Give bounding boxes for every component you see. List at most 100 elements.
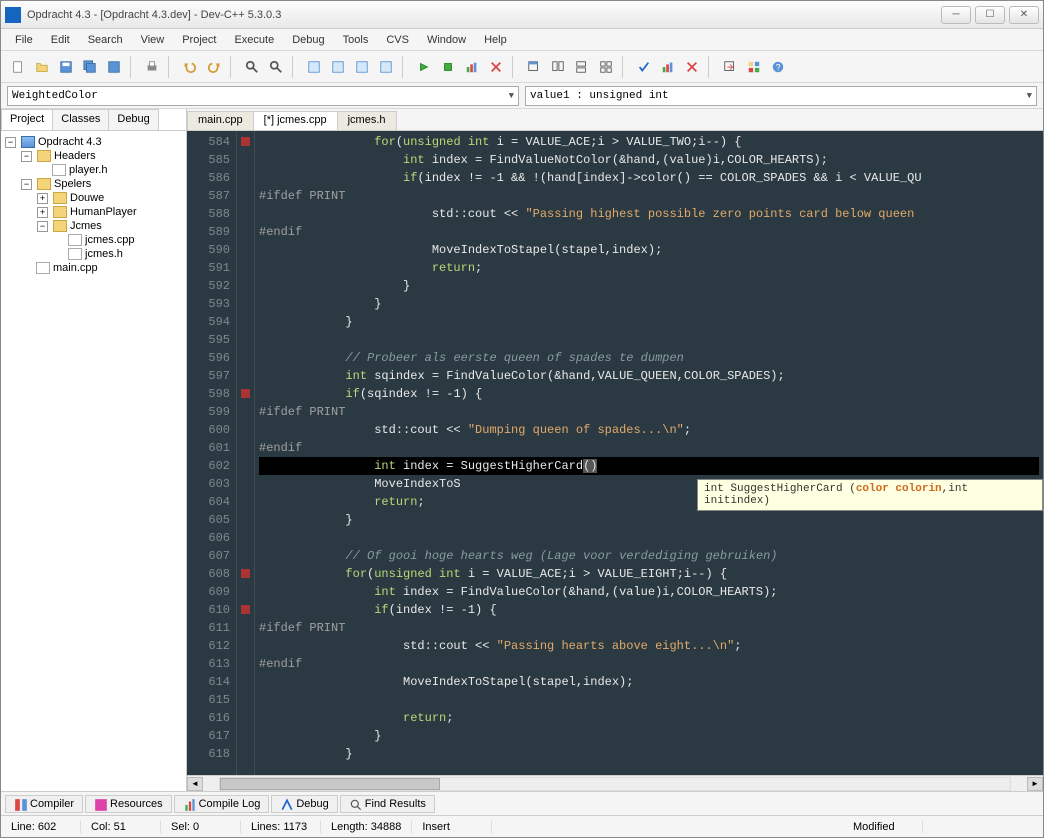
check-icon[interactable] — [633, 56, 655, 78]
tree-label: Headers — [54, 150, 96, 162]
horizontal-scrollbar[interactable]: ◄ ► — [187, 775, 1043, 791]
resources-icon — [94, 798, 106, 810]
menu-file[interactable]: File — [7, 31, 41, 49]
compile-icon[interactable] — [303, 56, 325, 78]
file-icon — [36, 262, 50, 274]
find-results-icon — [349, 798, 361, 810]
scroll-right-icon[interactable]: ► — [1027, 777, 1043, 791]
folder-icon — [37, 178, 51, 190]
folder-icon — [53, 220, 67, 232]
delete-profile-icon[interactable] — [485, 56, 507, 78]
menu-project[interactable]: Project — [174, 31, 224, 49]
tab-label: Compiler — [30, 798, 74, 810]
goto-icon[interactable] — [719, 56, 741, 78]
sidebar-tab-classes[interactable]: Classes — [52, 109, 109, 130]
tree-collapse-icon[interactable]: − — [5, 137, 16, 148]
editor-tab-main[interactable]: main.cpp — [187, 111, 254, 130]
combo-row: WeightedColor▼ value1 : unsigned int▼ — [1, 83, 1043, 109]
minimize-button[interactable]: ─ — [941, 6, 971, 24]
tile-vert-icon[interactable] — [571, 56, 593, 78]
app-icon — [5, 7, 21, 23]
replace-icon[interactable] — [265, 56, 287, 78]
tree-folder-jcmes[interactable]: −Jcmes — [5, 219, 182, 233]
code-content[interactable]: for(unsigned int i = VALUE_ACE;i > VALUE… — [255, 131, 1043, 775]
tree-file-jcmes-h[interactable]: jcmes.h — [5, 247, 182, 261]
tree-folder-spelers[interactable]: − Spelers — [5, 177, 182, 191]
editor-tab-jcmes-cpp[interactable]: [*] jcmes.cpp — [253, 111, 338, 130]
tree-file-player-h[interactable]: player.h — [5, 163, 182, 177]
maximize-button[interactable]: ☐ — [975, 6, 1005, 24]
menu-edit[interactable]: Edit — [43, 31, 78, 49]
tree-collapse-icon[interactable]: − — [37, 221, 48, 232]
sidebar-tabs: Project Classes Debug — [1, 109, 186, 131]
save-icon[interactable] — [55, 56, 77, 78]
profile-icon[interactable] — [461, 56, 483, 78]
tree-folder-headers[interactable]: − Headers — [5, 149, 182, 163]
close-button[interactable]: ✕ — [1009, 6, 1039, 24]
new-file-icon[interactable] — [7, 56, 29, 78]
menu-execute[interactable]: Execute — [226, 31, 282, 49]
options-icon[interactable] — [743, 56, 765, 78]
tile-horiz-icon[interactable] — [547, 56, 569, 78]
titlebar[interactable]: Opdracht 4.3 - [Opdracht 4.3.dev] - Dev-… — [1, 1, 1043, 29]
bottom-tab-debug[interactable]: Debug — [271, 795, 337, 813]
bottom-panel-tabs: Compiler Resources Compile Log Debug Fin… — [1, 791, 1043, 815]
help-toolbar-icon[interactable]: ? — [767, 56, 789, 78]
bottom-tab-compile-log[interactable]: Compile Log — [174, 795, 270, 813]
tree-root[interactable]: − Opdracht 4.3 — [5, 135, 182, 149]
scroll-track[interactable] — [219, 777, 1011, 791]
new-window-icon[interactable] — [523, 56, 545, 78]
scroll-thumb[interactable] — [220, 778, 440, 790]
bottom-tab-find-results[interactable]: Find Results — [340, 795, 435, 813]
tree-folder-humanplayer[interactable]: +HumanPlayer — [5, 205, 182, 219]
debug-stop-icon[interactable] — [437, 56, 459, 78]
statusbar: Line: 602 Col: 51 Sel: 0 Lines: 1173 Len… — [1, 815, 1043, 837]
menu-tools[interactable]: Tools — [335, 31, 377, 49]
tree-collapse-icon[interactable]: − — [21, 151, 32, 162]
bottom-tab-resources[interactable]: Resources — [85, 795, 172, 813]
tree-label: Spelers — [54, 178, 91, 190]
compile-run-icon[interactable] — [351, 56, 373, 78]
stats-icon[interactable] — [657, 56, 679, 78]
save-all-icon[interactable] — [79, 56, 101, 78]
class-combo[interactable]: WeightedColor▼ — [7, 86, 519, 106]
abort-icon[interactable] — [681, 56, 703, 78]
member-combo[interactable]: value1 : unsigned int▼ — [525, 86, 1037, 106]
sidebar-tab-project[interactable]: Project — [1, 109, 53, 130]
undo-icon[interactable] — [179, 56, 201, 78]
tree-file-main-cpp[interactable]: main.cpp — [5, 261, 182, 275]
open-icon[interactable] — [31, 56, 53, 78]
save-as-icon[interactable] — [103, 56, 125, 78]
folder-icon — [53, 192, 67, 204]
editor-tab-jcmes-h[interactable]: jcmes.h — [337, 111, 397, 130]
scroll-left-icon[interactable]: ◄ — [187, 777, 203, 791]
tree-file-jcmes-cpp[interactable]: jcmes.cpp — [5, 233, 182, 247]
menu-search[interactable]: Search — [80, 31, 131, 49]
tree-folder-douwe[interactable]: +Douwe — [5, 191, 182, 205]
tile-grid-icon[interactable] — [595, 56, 617, 78]
menu-window[interactable]: Window — [419, 31, 474, 49]
rebuild-icon[interactable] — [375, 56, 397, 78]
tree-collapse-icon[interactable]: − — [21, 179, 32, 190]
menu-view[interactable]: View — [133, 31, 173, 49]
fold-column[interactable] — [237, 131, 255, 775]
print-icon[interactable] — [141, 56, 163, 78]
tooltip-param: color colorin — [856, 483, 942, 495]
menu-debug[interactable]: Debug — [284, 31, 332, 49]
tree-label: Opdracht 4.3 — [38, 136, 102, 148]
editor-area: main.cpp [*] jcmes.cpp jcmes.h 584585586… — [187, 109, 1043, 791]
chevron-down-icon: ▼ — [509, 91, 514, 101]
code-editor[interactable]: 5845855865875885895905915925935945955965… — [187, 131, 1043, 775]
tree-expand-icon[interactable]: + — [37, 193, 48, 204]
status-length: Length: 34888 — [321, 821, 412, 833]
folder-icon — [53, 206, 67, 218]
bottom-tab-compiler[interactable]: Compiler — [5, 795, 83, 813]
debug-icon[interactable] — [413, 56, 435, 78]
sidebar-tab-debug[interactable]: Debug — [108, 109, 158, 130]
tree-expand-icon[interactable]: + — [37, 207, 48, 218]
find-icon[interactable] — [241, 56, 263, 78]
menu-cvs[interactable]: CVS — [378, 31, 417, 49]
menu-help[interactable]: Help — [476, 31, 515, 49]
run-icon[interactable] — [327, 56, 349, 78]
redo-icon[interactable] — [203, 56, 225, 78]
